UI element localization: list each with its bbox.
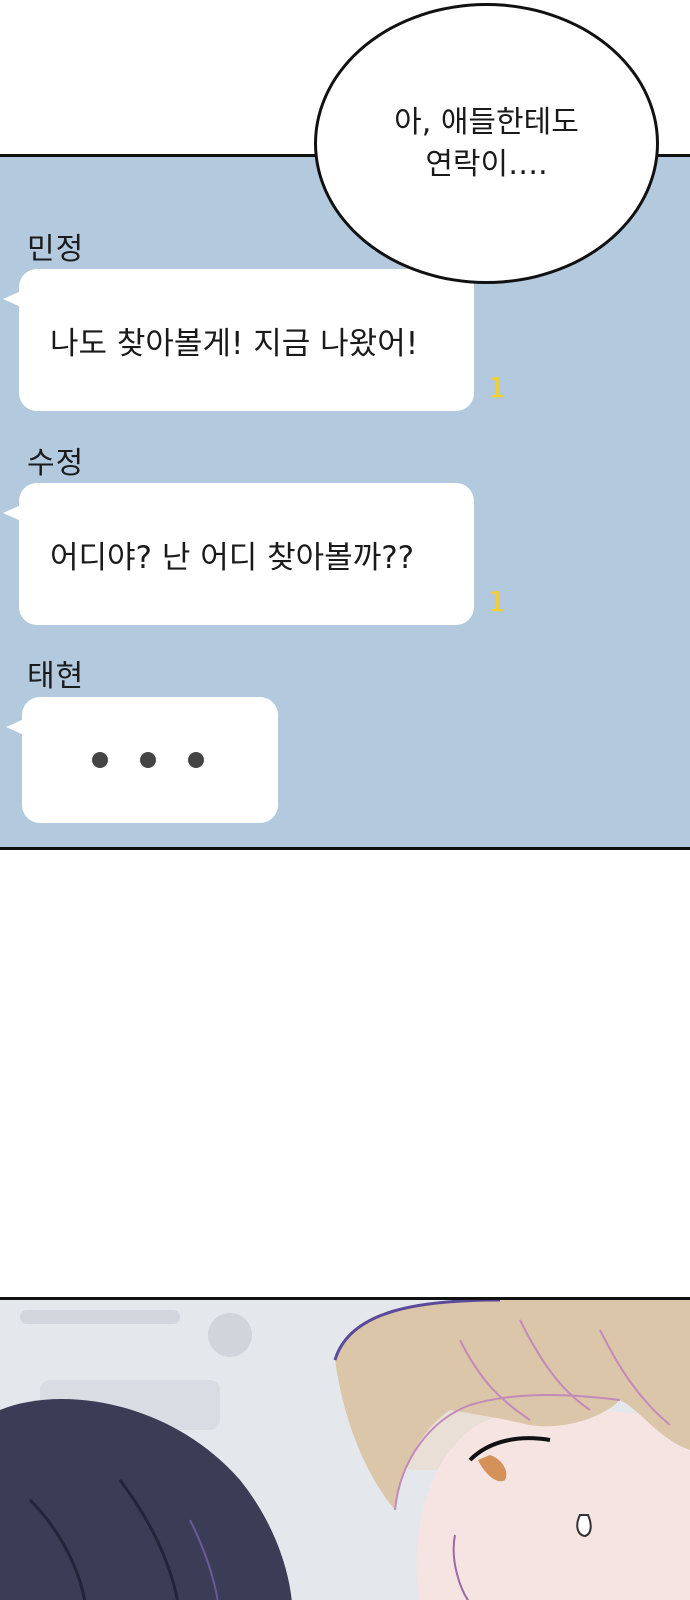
- message-text: 어디야? 난 어디 찾아볼까??: [50, 539, 415, 576]
- message-text: 나도 찾아볼게! 지금 나왔어!: [50, 325, 419, 362]
- speech-line-2: 연락이….: [425, 146, 548, 182]
- unread-count: 1: [488, 371, 506, 404]
- character-illustration: [0, 1300, 690, 1600]
- bubble-tail: [3, 291, 21, 307]
- bubble-tail: [3, 505, 21, 521]
- speech-bubble: 아, 애들한테도 연락이….: [314, 3, 659, 284]
- bubble-tail: [6, 719, 24, 735]
- comic-art-panel: [0, 1297, 690, 1600]
- chat-panel: 민정 나도 찾아볼게! 지금 나왔어! 1 수정 어디야? 난 어디 찾아볼까?…: [0, 154, 690, 850]
- speech-line-1: 아, 애들한테도: [394, 104, 579, 140]
- sender-name-sujeong: 수정: [27, 446, 85, 481]
- typing-dot: [92, 752, 108, 768]
- message-bubble: 나도 찾아볼게! 지금 나왔어!: [3, 269, 474, 411]
- typing-dot: [140, 752, 156, 768]
- typing-indicator: [22, 752, 204, 768]
- sender-name-minjeong: 민정: [27, 232, 85, 267]
- typing-bubble: [6, 697, 278, 823]
- sender-name-taehyeon: 태현: [27, 659, 85, 694]
- unread-count: 1: [488, 585, 506, 618]
- typing-dot: [188, 752, 204, 768]
- message-bubble: 어디야? 난 어디 찾아볼까??: [3, 483, 474, 625]
